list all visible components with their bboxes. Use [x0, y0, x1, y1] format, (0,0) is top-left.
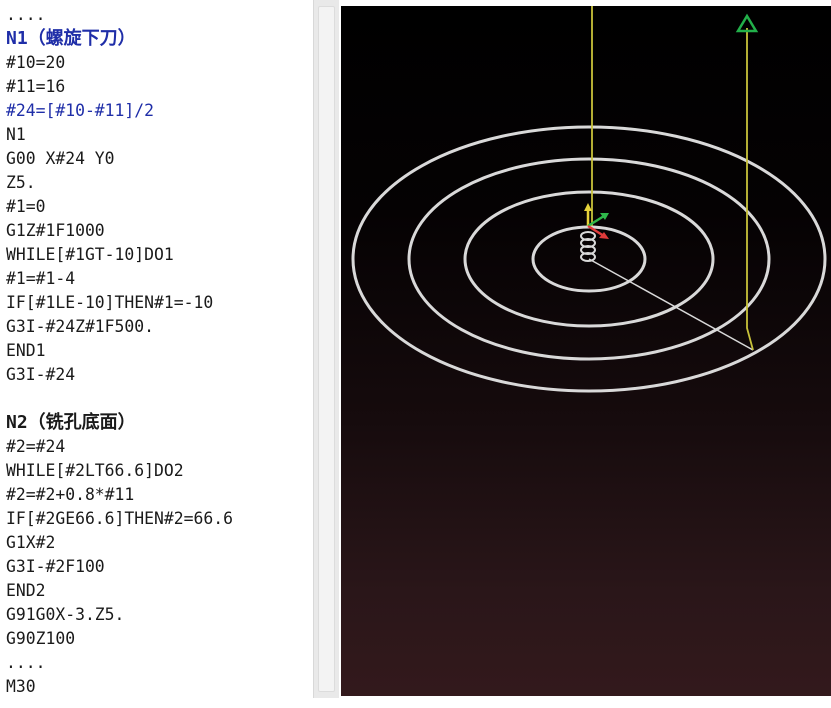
rapid-paths [591, 6, 754, 351]
editor-scrollbar[interactable] [313, 0, 339, 698]
code-editor[interactable]: .... N1（螺旋下刀） #10=20 #11=16 #24=[#10-#11]/2 N… [0, 0, 313, 698]
exit-move-line [588, 258, 754, 351]
code-line: G3I-#24 [6, 365, 76, 384]
code-line: G90Z100 [6, 629, 76, 648]
code-comment-line: N1（螺旋下刀） [6, 28, 136, 49]
scrollbar-thumb[interactable] [318, 6, 335, 692]
code-line: G91G0X-3.Z5. [6, 605, 125, 624]
helical-entry-coil [580, 231, 596, 262]
code-line: Z5. [6, 173, 36, 192]
code-line: G1X#2 [6, 533, 56, 552]
code-line: #1=0 [6, 197, 46, 216]
code-comment-line: N2（铣孔底面） [6, 412, 136, 433]
axis-y-line [587, 214, 605, 228]
code-line: N1 [6, 125, 26, 144]
code-line: .... [6, 5, 46, 24]
code-line: .... [6, 653, 46, 672]
axis-z-arrow [584, 203, 592, 211]
code-lines: .... N1（螺旋下刀） #10=20 #11=16 #24=[#10-#11]/2 N… [6, 3, 233, 698]
code-line: END2 [6, 581, 46, 600]
toolpath-canvas [351, 6, 827, 393]
app-window: .... N1（螺旋下刀） #10=20 #11=16 #24=[#10-#11]/2 N… [0, 0, 831, 708]
toolpath-3d-viewport[interactable] [341, 6, 831, 696]
code-line: IF[#1LE-10]THEN#1=-10 [6, 293, 214, 312]
code-line: #24=[#10-#11]/2 [6, 101, 155, 120]
code-line: G3I-#24Z#1F500. [6, 317, 155, 336]
code-line: WHILE[#1GT-10]DO1 [6, 245, 174, 264]
code-line: #11=16 [6, 77, 66, 96]
code-line: #10=20 [6, 53, 66, 72]
code-line: #1=#1-4 [6, 269, 76, 288]
code-line: #2=#2+0.8*#11 [6, 485, 135, 504]
code-line: IF[#2GE66.6]THEN#2=66.6 [6, 509, 233, 528]
code-line: END1 [6, 341, 46, 360]
code-line: G1Z#1F1000 [6, 221, 105, 240]
code-line: G00 X#24 Y0 [6, 149, 115, 168]
code-line: G3I-#2F100 [6, 557, 105, 576]
code-line: WHILE[#2LT66.6]DO2 [6, 461, 184, 480]
axis-gizmo-icon [584, 203, 609, 239]
code-line: M30 [6, 677, 36, 696]
code-line: #2=#24 [6, 437, 66, 456]
